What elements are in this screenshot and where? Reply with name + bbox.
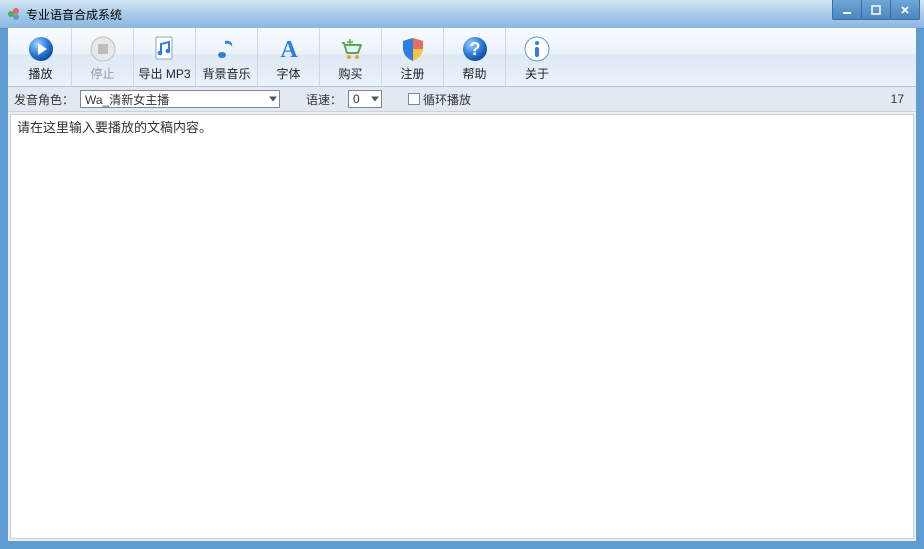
voice-selected-text: Wa_清新女主播: [85, 91, 169, 108]
loop-checkbox[interactable]: 循环播放: [408, 91, 471, 108]
window: 专业语音合成系统: [0, 0, 924, 549]
play-label: 播放: [28, 65, 52, 82]
stop-button[interactable]: 停止: [72, 28, 134, 86]
chevron-down-icon: [269, 97, 277, 102]
checkbox-box: [408, 93, 420, 105]
bgm-label: 背景音乐: [202, 65, 250, 82]
textarea-content: 请在这里输入要播放的文稿内容。: [17, 120, 212, 135]
titlebar: 专业语音合成系统: [0, 0, 924, 29]
minimize-button[interactable]: [832, 0, 862, 20]
app-icon: [6, 6, 22, 22]
help-label: 帮助: [462, 65, 486, 82]
chevron-down-icon: [371, 97, 379, 102]
stop-icon: [87, 35, 119, 63]
stop-label: 停止: [90, 65, 114, 82]
speed-select[interactable]: 0: [348, 90, 382, 108]
export-mp3-button[interactable]: 导出 MP3: [134, 28, 196, 86]
window-controls: [833, 0, 920, 20]
script-textarea[interactable]: 请在这里输入要播放的文稿内容。: [10, 114, 914, 539]
window-title: 专业语音合成系统: [26, 6, 122, 23]
client-area: 播放 停止: [8, 28, 916, 541]
export-icon: [149, 35, 181, 63]
char-count: 17: [891, 92, 910, 106]
font-label: 字体: [276, 65, 300, 82]
close-button[interactable]: [890, 0, 920, 20]
help-icon: ?: [459, 35, 491, 63]
shield-icon: [397, 35, 429, 63]
buy-label: 购买: [338, 65, 362, 82]
svg-text:A: A: [280, 37, 298, 63]
help-button[interactable]: ? 帮助: [444, 28, 506, 86]
register-label: 注册: [400, 65, 424, 82]
music-note-icon: [211, 35, 243, 63]
info-icon: [521, 35, 553, 63]
voice-select[interactable]: Wa_清新女主播: [80, 90, 280, 108]
loop-label-text: 循环播放: [423, 91, 471, 108]
speed-label: 语速：: [306, 91, 342, 108]
buy-button[interactable]: 购买: [320, 28, 382, 86]
register-button[interactable]: 注册: [382, 28, 444, 86]
toolbar: 播放 停止: [8, 28, 916, 87]
about-button[interactable]: 关于: [506, 28, 568, 86]
options-bar: 发音角色： Wa_清新女主播 语速： 0 循环播放 17: [8, 87, 916, 112]
play-icon: [25, 35, 57, 63]
export-label: 导出 MP3: [138, 65, 190, 82]
bgm-button[interactable]: 背景音乐: [196, 28, 258, 86]
speed-value-text: 0: [353, 92, 360, 106]
play-button[interactable]: 播放: [10, 28, 72, 86]
svg-text:?: ?: [469, 39, 480, 59]
voice-label: 发音角色：: [14, 91, 74, 108]
maximize-button[interactable]: [861, 0, 891, 20]
cart-icon: [335, 35, 367, 63]
font-button[interactable]: A 字体: [258, 28, 320, 86]
font-icon: A: [273, 35, 305, 63]
about-label: 关于: [525, 65, 549, 82]
